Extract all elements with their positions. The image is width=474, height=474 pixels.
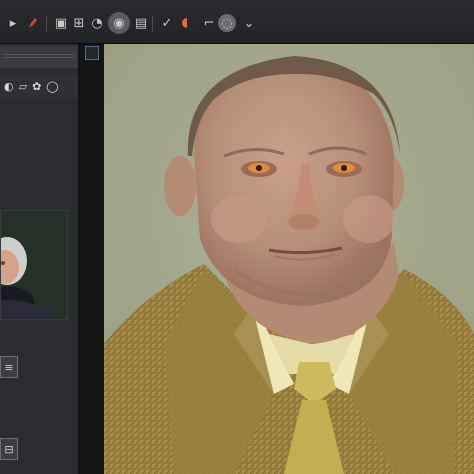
corner-marker-icon — [85, 46, 99, 60]
portrait-thumbnail[interactable] — [0, 210, 68, 320]
mask-icon[interactable] — [178, 14, 196, 32]
grid-button[interactable]: ⊟ — [0, 438, 18, 460]
app-window: ▸ ▣ ⊞ ◔ ◉ ▤ ✓ ⌐ ◌ ⌄ ◐ ▱ ✿ ◯ ≡ ⊟ — [0, 0, 474, 474]
adjust-icon[interactable]: ⌐ — [200, 14, 218, 32]
zoom-icon[interactable]: ◐ — [4, 81, 14, 92]
select-icon[interactable]: ▸ — [4, 14, 22, 32]
camera-icon[interactable]: ◔ — [88, 14, 106, 32]
panel-divider[interactable] — [80, 44, 104, 474]
left-panel: ◐ ▱ ✿ ◯ ≡ ⊟ — [0, 44, 80, 474]
frame-icon[interactable]: ▤ — [132, 14, 150, 32]
layer-icon[interactable]: ▣ — [52, 14, 70, 32]
list-button[interactable]: ≡ — [0, 356, 18, 378]
grip-icon — [4, 54, 74, 58]
transform-icon[interactable]: ⊞ — [70, 14, 88, 32]
brush-icon[interactable] — [24, 14, 42, 32]
export-icon[interactable]: ◌ — [218, 14, 236, 32]
panel-header[interactable] — [0, 46, 78, 68]
pen-icon[interactable]: ✓ — [158, 14, 176, 32]
character-render — [104, 44, 474, 474]
refresh-icon[interactable]: ◯ — [46, 81, 58, 92]
render-viewport[interactable] — [104, 44, 474, 474]
folder-icon[interactable]: ▱ — [19, 81, 27, 92]
panel-toolbar: ◐ ▱ ✿ ◯ — [0, 74, 78, 98]
chevron-down-icon[interactable]: ⌄ — [240, 14, 258, 32]
settings-icon[interactable]: ✿ — [32, 81, 41, 92]
top-toolbar: ▸ ▣ ⊞ ◔ ◉ ▤ ✓ ⌐ ◌ ⌄ — [0, 0, 474, 44]
sphere-icon[interactable]: ◉ — [108, 12, 130, 34]
